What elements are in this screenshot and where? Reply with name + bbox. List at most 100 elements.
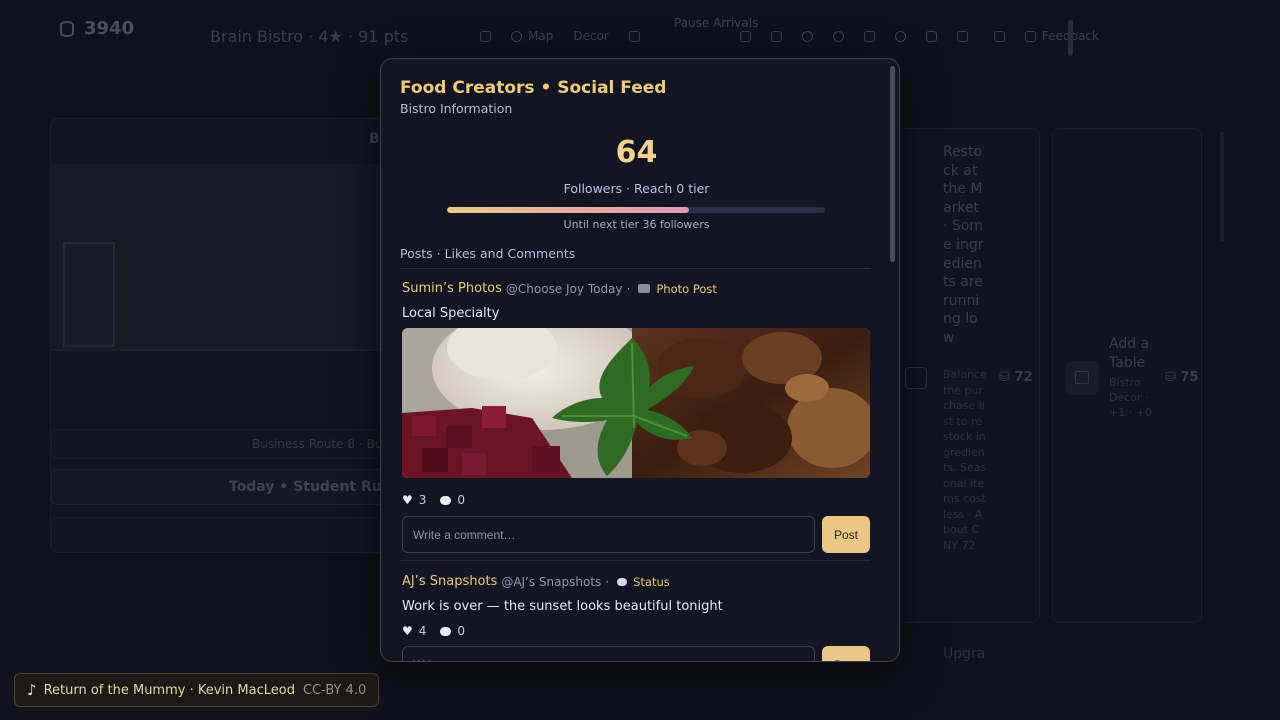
pause-icon bbox=[628, 30, 640, 42]
add-table-desc: Bistro Decor · +1 · +0 bbox=[1109, 376, 1152, 419]
social-feed-modal: Food Creators • Social Feed Bistro Infor… bbox=[380, 58, 900, 662]
bistro-scene bbox=[51, 164, 401, 351]
flag-button[interactable] bbox=[947, 24, 978, 48]
posts-header: Posts · Likes and Comments bbox=[400, 246, 576, 261]
restock-title: Restock at the Market · Some ingredients… bbox=[943, 144, 984, 346]
followers-label: Followers · Reach 0 tier bbox=[563, 181, 710, 196]
post-photo[interactable] bbox=[402, 328, 870, 478]
comment-icon bbox=[440, 626, 452, 636]
calendar-button[interactable] bbox=[984, 24, 1015, 48]
like-count: 3 bbox=[418, 493, 427, 507]
add-table-card[interactable]: Add a Table Bistro Decor · +1 · +0 ⛁ 75 bbox=[1052, 128, 1202, 623]
route-info: Business Route 8 · Bus bbox=[51, 429, 401, 459]
divider bbox=[400, 560, 871, 561]
feed-post: Sumin’s Photos @Choose Joy Today · Photo… bbox=[402, 281, 870, 553]
today-event[interactable]: Today • Student Rush bbox=[51, 469, 401, 505]
decor-label: Decor bbox=[573, 29, 609, 43]
language-icon bbox=[832, 30, 844, 42]
gear-icon bbox=[801, 30, 813, 42]
ai-icon bbox=[894, 30, 906, 42]
coin-counter: 3940 bbox=[60, 18, 134, 39]
music-note-icon bbox=[770, 30, 782, 42]
phone-button[interactable] bbox=[470, 24, 501, 48]
globe-icon bbox=[511, 30, 522, 42]
post-author[interactable]: AJ’s Snapshots bbox=[402, 574, 497, 589]
post-stats: ♥ 3 0 bbox=[402, 493, 870, 507]
comment-input[interactable]: Write a comment… bbox=[402, 646, 815, 661]
add-table-cost-value: 75 bbox=[1180, 370, 1199, 385]
floor-line bbox=[51, 349, 401, 351]
like-button[interactable]: ♥ 4 bbox=[402, 624, 426, 638]
bistro-status: Brain Bistro · 4★ · 91 pts bbox=[210, 27, 409, 46]
toolbar: Map Decor Feedback bbox=[470, 24, 1109, 48]
bistro-panel: B Business Route 8 · Bus Today • Student… bbox=[50, 118, 401, 553]
comment-count: 0 bbox=[457, 624, 466, 638]
restock-desc: Balance the purchase list to restock ing… bbox=[943, 368, 987, 552]
track-title: Return of the Mummy · Kevin MacLeod bbox=[43, 682, 295, 698]
action-bar[interactable] bbox=[51, 517, 401, 553]
music-button[interactable] bbox=[761, 24, 792, 48]
heart-icon: ♥ bbox=[402, 493, 413, 507]
speaker-icon bbox=[739, 30, 751, 42]
tier-progress-bar bbox=[447, 207, 825, 213]
comment-input[interactable]: Write a comment… bbox=[402, 516, 815, 553]
coins-icon bbox=[60, 20, 74, 37]
table-icon bbox=[1075, 371, 1089, 384]
door bbox=[63, 242, 115, 347]
post-type: Status bbox=[633, 574, 670, 589]
panel-heading: B bbox=[369, 131, 380, 147]
post-author[interactable]: Sumin’s Photos bbox=[402, 281, 502, 296]
language-button[interactable] bbox=[823, 24, 854, 48]
comment-count-button[interactable]: 0 bbox=[440, 624, 465, 638]
post-comment-button[interactable]: Post bbox=[822, 646, 870, 661]
sound-button[interactable] bbox=[730, 24, 761, 48]
table-icon-box bbox=[1065, 361, 1099, 395]
feedback-button[interactable]: Feedback bbox=[1015, 24, 1109, 48]
post-type: Photo Post bbox=[656, 281, 717, 296]
phone-icon bbox=[480, 30, 491, 42]
modal-scrollbar[interactable] bbox=[890, 66, 895, 262]
cards-scrollbar[interactable] bbox=[1220, 132, 1224, 242]
restock-cost-value: 72 bbox=[1014, 370, 1033, 385]
feed-post: AJ’s Snapshots @AJ’s Snapshots · Status … bbox=[402, 574, 870, 661]
post-handle: @AJ’s Snapshots bbox=[501, 574, 602, 589]
cart-icon bbox=[905, 367, 927, 389]
comment-row: Write a comment… Post bbox=[402, 516, 870, 553]
like-count: 4 bbox=[418, 624, 427, 638]
layout-button[interactable] bbox=[916, 24, 947, 48]
post-stats: ♥ 4 0 bbox=[402, 624, 870, 638]
heart-icon: ♥ bbox=[402, 624, 413, 638]
add-table-cost: ⛁ 75 bbox=[1165, 370, 1199, 385]
food-photo-image bbox=[402, 328, 870, 478]
track-license: CC-BY 4.0 bbox=[302, 682, 367, 698]
post-text: Local Specialty bbox=[402, 306, 500, 321]
restock-card[interactable]: Restock at the Market · Some ingredients… bbox=[898, 128, 1040, 623]
modal-title: Food Creators • Social Feed bbox=[400, 78, 667, 98]
book-icon bbox=[863, 30, 875, 42]
comment-row: Write a comment… Post bbox=[402, 646, 870, 661]
camera-icon bbox=[638, 284, 651, 293]
decor-button[interactable]: Decor bbox=[563, 24, 619, 48]
book-button[interactable] bbox=[854, 24, 885, 48]
like-button[interactable]: ♥ 3 bbox=[402, 493, 426, 507]
map-label: Map bbox=[528, 29, 554, 43]
coin-value: 3940 bbox=[84, 18, 135, 39]
post-comment-button[interactable]: Post bbox=[822, 516, 870, 553]
calendar-icon bbox=[993, 30, 1005, 42]
divider bbox=[400, 268, 871, 269]
map-button[interactable]: Map bbox=[501, 24, 563, 48]
restock-cost: ⛁ 72 bbox=[999, 370, 1033, 385]
speech-bubble-icon bbox=[617, 577, 628, 586]
now-playing[interactable]: ♪ Return of the Mummy · Kevin MacLeod CC… bbox=[14, 673, 380, 707]
modal-subtitle: Bistro Information bbox=[400, 101, 513, 116]
pause-button[interactable] bbox=[619, 24, 650, 48]
comment-count-button[interactable]: 0 bbox=[440, 493, 465, 507]
comment-count: 0 bbox=[457, 493, 466, 507]
upgrade-label: Upgra bbox=[943, 646, 986, 662]
post-header: Sumin’s Photos @Choose Joy Today · Photo… bbox=[402, 281, 717, 296]
layout-icon bbox=[925, 30, 937, 42]
next-tier-label: Until next tier 36 followers bbox=[563, 218, 710, 231]
ai-button[interactable] bbox=[885, 24, 916, 48]
settings-button[interactable] bbox=[792, 24, 823, 48]
toolbar-divider bbox=[1068, 20, 1073, 56]
